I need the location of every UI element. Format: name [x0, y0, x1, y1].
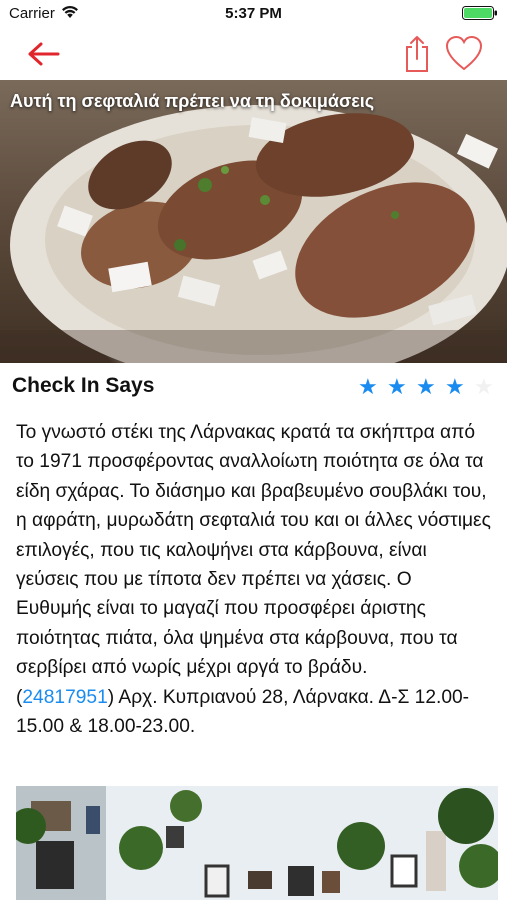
share-icon	[406, 36, 428, 72]
star-rating: ★ ★ ★ ★ ★	[358, 374, 503, 399]
star-empty-icon: ★	[474, 374, 494, 399]
grilled-meat-photo	[0, 105, 507, 363]
status-bar: Carrier 5:37 PM	[0, 0, 507, 28]
article-paragraph: Το γνωστό στέκι της Λάρνακας κρατά τα σκ…	[16, 422, 491, 679]
share-button[interactable]	[400, 31, 434, 75]
hero-title: Αυτή τη σεφταλιά πρέπει να τη δοκιμάσεις	[10, 91, 375, 111]
favorite-button[interactable]	[444, 34, 484, 74]
article-body: Το γνωστό στέκι της Λάρνακας κρατά τα σκ…	[16, 418, 492, 741]
phone-link[interactable]: 24817951	[22, 687, 107, 708]
back-arrow-icon	[28, 42, 60, 66]
interior-photo-graphic	[16, 786, 498, 900]
battery-icon	[462, 6, 497, 20]
heart-icon	[445, 35, 483, 71]
star-icon: ★	[358, 374, 378, 399]
star-icon: ★	[416, 374, 436, 399]
hero-image: Αυτή τη σεφταλιά πρέπει να τη δοκιμάσεις	[0, 80, 507, 363]
clock: 5:37 PM	[225, 5, 282, 22]
section-title: Check In Says	[12, 374, 155, 397]
star-icon: ★	[445, 374, 465, 399]
contact-info: (24817951) Αρχ. Κυπριανού 28, Λάρνακα. Δ…	[16, 683, 492, 742]
star-icon: ★	[387, 374, 407, 399]
restaurant-interior-photo	[16, 786, 498, 900]
nav-bar	[0, 28, 507, 80]
back-button[interactable]	[22, 34, 66, 74]
